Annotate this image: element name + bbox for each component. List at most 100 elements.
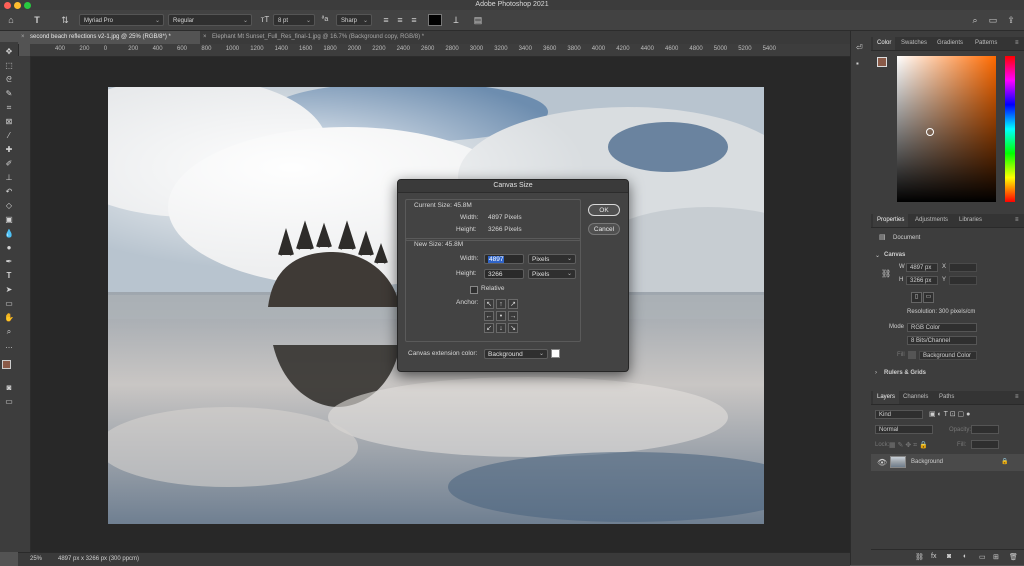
canvas-extension-swatch[interactable] <box>551 349 560 358</box>
layer-filter-icons[interactable]: ▣ ◐ T ⊡ ▢ ● <box>929 410 970 418</box>
anchor-top[interactable]: ↑ <box>496 299 506 309</box>
canvas-height-field[interactable]: 3266 px <box>906 276 938 285</box>
align-left-icon[interactable]: ≡ <box>379 14 393 26</box>
frame-tool-icon[interactable]: ⊠ <box>3 116 15 128</box>
type-tool-icon[interactable]: T <box>3 270 15 282</box>
crop-tool-icon[interactable]: ⌗ <box>3 102 15 114</box>
close-tab-icon[interactable]: × <box>21 31 25 44</box>
actions-panel-icon[interactable]: ▪ <box>856 59 859 68</box>
brush-tool-icon[interactable]: ✐ <box>3 158 15 170</box>
anchor-bottom[interactable]: ↓ <box>496 323 506 333</box>
warp-text-icon[interactable]: Ʇ <box>449 14 463 26</box>
workspace-icon[interactable]: ▭ <box>986 14 1000 26</box>
history-panel-icon[interactable]: ⏎ <box>856 43 863 52</box>
close-tab-icon[interactable]: × <box>203 31 207 44</box>
more-tools-icon[interactable]: … <box>3 340 15 352</box>
move-tool-icon[interactable]: ✥ <box>3 46 15 58</box>
character-panel-icon[interactable]: ▤ <box>471 14 485 26</box>
quick-select-tool-icon[interactable]: ✎ <box>3 88 15 100</box>
visibility-eye-icon[interactable]: 👁 <box>877 458 887 467</box>
anchor-left[interactable]: ← <box>484 311 494 321</box>
panel-menu-icon[interactable]: ≡ <box>1011 391 1023 404</box>
anchor-bottom-right[interactable]: ↘ <box>508 323 518 333</box>
link-icon[interactable]: ⛓ <box>881 269 891 278</box>
fill-select[interactable]: Background Color <box>919 351 977 360</box>
color-picker-field[interactable] <box>897 56 996 202</box>
eyedropper-tool-icon[interactable]: ⁄ <box>3 130 15 142</box>
chevron-right-icon[interactable]: › <box>875 370 877 376</box>
orientation-toggle-icon[interactable]: ⇅ <box>58 14 72 26</box>
clone-stamp-tool-icon[interactable]: ⊥ <box>3 172 15 184</box>
anchor-top-left[interactable]: ↖ <box>484 299 494 309</box>
tab-second-beach[interactable]: × second beach reflections v2-1.jpg @ 25… <box>18 31 200 44</box>
search-icon[interactable]: ⌕ <box>968 14 982 26</box>
tab-gradients[interactable]: Gradients <box>933 37 967 50</box>
tab-color[interactable]: Color <box>873 37 896 50</box>
font-family-select[interactable]: Myriad Pro ⌄ <box>79 14 164 26</box>
shape-tool-icon[interactable]: ▭ <box>3 298 15 310</box>
align-center-icon[interactable]: ≡ <box>393 14 407 26</box>
history-brush-tool-icon[interactable]: ↶ <box>3 186 15 198</box>
anchor-top-right[interactable]: ↗ <box>508 299 518 309</box>
anchor-bottom-left[interactable]: ↙ <box>484 323 494 333</box>
portrait-icon[interactable]: ▯ <box>911 292 922 303</box>
font-style-select[interactable]: Regular ⌄ <box>168 14 252 26</box>
lock-icons[interactable]: ▦ ✎ ✥ ⌗ 🔒 <box>889 441 928 450</box>
lasso-tool-icon[interactable]: ᘓ <box>3 74 15 86</box>
new-layer-icon[interactable]: ⊞ <box>993 553 999 561</box>
canvas-width-field[interactable]: 4897 px <box>906 263 938 272</box>
new-height-input[interactable]: 3266 <box>484 269 524 279</box>
width-unit-select[interactable]: Pixels ⌄ <box>528 254 576 264</box>
tab-patterns[interactable]: Patterns <box>971 37 1001 50</box>
zoom-tool-icon[interactable]: ⌕ <box>3 326 15 338</box>
anti-alias-select[interactable]: Sharp ⌄ <box>336 14 372 26</box>
ok-button[interactable]: OK <box>588 204 620 216</box>
tab-paths[interactable]: Paths <box>935 391 958 404</box>
cancel-button[interactable]: Cancel <box>588 223 620 235</box>
share-icon[interactable]: ⇪ <box>1004 14 1018 26</box>
tab-channels[interactable]: Channels <box>899 391 932 404</box>
align-right-icon[interactable]: ≡ <box>407 14 421 26</box>
blur-tool-icon[interactable]: 💧 <box>3 228 15 240</box>
marquee-tool-icon[interactable]: ⬚ <box>3 60 15 72</box>
layer-row[interactable]: 👁 Background 🔒 <box>871 454 1024 471</box>
chevron-down-icon[interactable]: ⌄ <box>875 252 880 259</box>
color-picker-cursor[interactable] <box>926 128 934 136</box>
foreground-color-chip[interactable] <box>877 57 887 67</box>
gradient-tool-icon[interactable]: ▣ <box>3 214 15 226</box>
hue-slider[interactable] <box>1005 56 1015 202</box>
link-layers-icon[interactable]: ⛓ <box>915 553 924 561</box>
layer-filter-select[interactable]: Kind <box>875 410 923 419</box>
anchor-right[interactable]: → <box>508 311 518 321</box>
panel-menu-icon[interactable]: ≡ <box>1011 214 1023 227</box>
tab-adjustments[interactable]: Adjustments <box>911 214 952 227</box>
landscape-icon[interactable]: ▭ <box>923 292 934 303</box>
dodge-tool-icon[interactable]: ● <box>3 242 15 254</box>
relative-checkbox[interactable] <box>470 286 478 294</box>
eraser-tool-icon[interactable]: ◇ <box>3 200 15 212</box>
fx-icon[interactable]: fx <box>931 553 936 560</box>
screen-mode-icon[interactable]: ▭ <box>3 396 15 408</box>
zoom-level[interactable]: 25% <box>30 553 42 565</box>
home-icon[interactable]: ⌂ <box>4 14 18 26</box>
hand-tool-icon[interactable]: ✋ <box>3 312 15 324</box>
mode-select[interactable]: RGB Color <box>907 323 977 332</box>
canvas-x-field[interactable] <box>949 263 977 272</box>
new-width-input[interactable]: 4897 <box>484 254 524 264</box>
fill-swatch[interactable] <box>908 351 916 359</box>
document-info[interactable]: 4897 px x 3266 px (300 ppcm) <box>58 553 139 565</box>
canvas-y-field[interactable] <box>949 276 977 285</box>
bit-depth-select[interactable]: 8 Bits/Channel <box>907 336 977 345</box>
tab-libraries[interactable]: Libraries <box>955 214 986 227</box>
tab-properties[interactable]: Properties <box>873 214 909 227</box>
blend-mode-select[interactable]: Normal <box>875 425 933 434</box>
height-unit-select[interactable]: Pixels ⌄ <box>528 269 576 279</box>
tab-layers[interactable]: Layers <box>873 391 900 404</box>
opacity-field[interactable] <box>971 425 999 434</box>
quick-mask-icon[interactable]: ◙ <box>3 382 15 394</box>
pen-tool-icon[interactable]: ✒ <box>3 256 15 268</box>
type-tool-preset[interactable]: T <box>30 14 44 26</box>
layer-name[interactable]: Background <box>911 459 943 465</box>
anchor-center[interactable]: • <box>496 311 506 321</box>
layer-fill-field[interactable] <box>971 440 999 449</box>
